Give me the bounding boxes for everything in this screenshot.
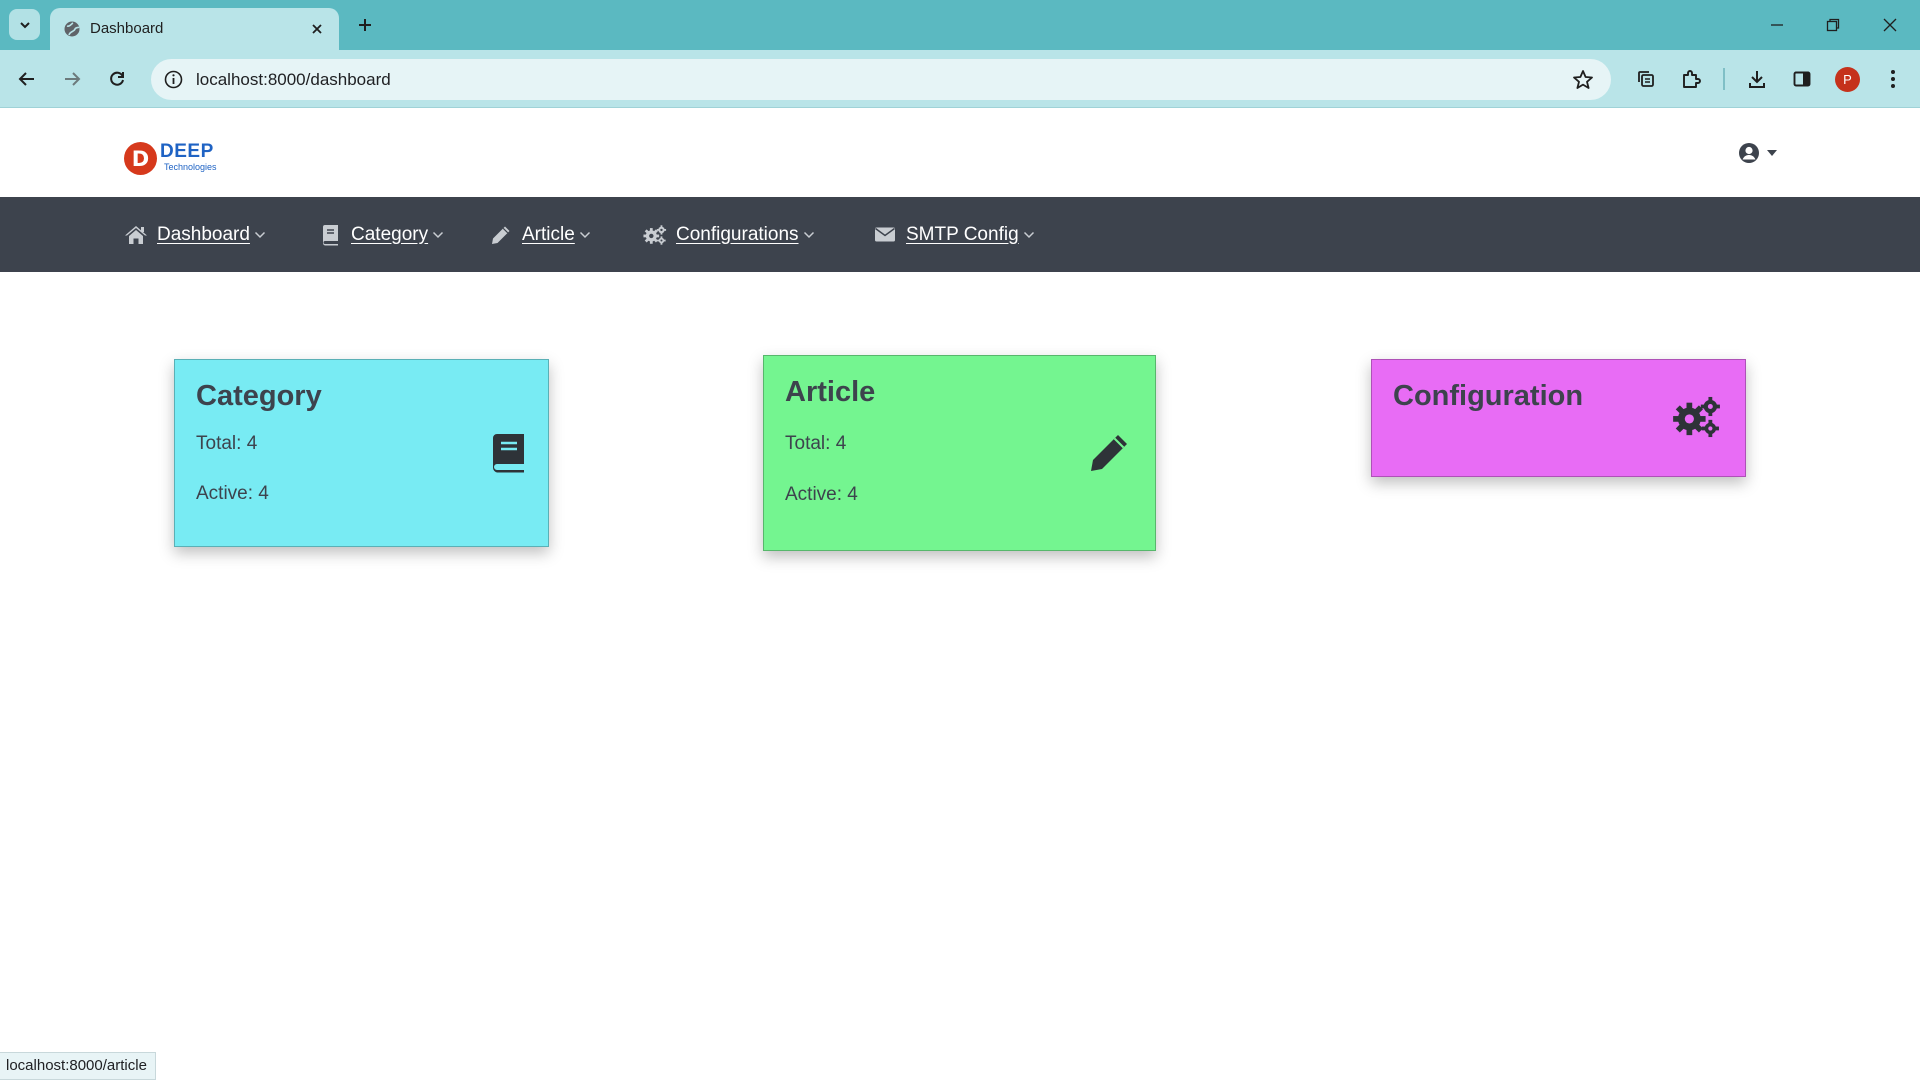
home-icon (124, 224, 148, 246)
logo-wordmark: DEEP (160, 141, 214, 162)
book-icon (493, 434, 524, 473)
reload-icon (110, 71, 124, 86)
arrow-right-icon (65, 72, 81, 86)
address-bar[interactable]: localhost:8000/dashboard (151, 59, 1611, 100)
caret-down-icon (1767, 150, 1777, 156)
extensions-button[interactable] (1677, 65, 1705, 93)
main-navbar: Dashboard Category Article Configuration… (0, 197, 1920, 272)
card-active: Active: 4 (196, 483, 269, 504)
nav-item-category[interactable]: Category (318, 197, 444, 272)
download-icon (1749, 71, 1765, 88)
puzzle-icon (1683, 70, 1701, 88)
browser-tabstrip: Dashboard (0, 0, 1920, 50)
nav-item-smtp-config[interactable]: SMTP Config (873, 197, 1035, 272)
kebab-menu-icon (1891, 70, 1895, 88)
card-title: Article (785, 376, 876, 408)
pencil-icon (489, 224, 513, 246)
browser-menu-button[interactable] (1879, 65, 1907, 93)
user-circle-icon (1739, 143, 1759, 163)
forward-button[interactable] (58, 65, 86, 93)
close-tab-icon[interactable] (307, 19, 327, 39)
browser-toolbar: localhost:8000/dashboard P (0, 50, 1920, 108)
card-total: Total: 4 (196, 433, 258, 454)
nav-label-smtp-config: SMTP Config (906, 223, 1019, 245)
bookmark-star-icon[interactable] (1571, 68, 1595, 92)
chevron-down-icon (579, 231, 590, 238)
back-button[interactable] (13, 65, 41, 93)
pencil-icon (1091, 435, 1127, 471)
browser-tab-dashboard[interactable]: Dashboard (50, 8, 339, 50)
nav-label-configurations: Configurations (676, 223, 799, 245)
restore-icon (1826, 18, 1840, 32)
category-card[interactable]: Category Total: 4 Active: 4 (174, 359, 549, 547)
nav-label-dashboard: Dashboard (157, 223, 250, 245)
globe-icon (64, 21, 80, 37)
configuration-card[interactable]: Configuration (1371, 359, 1746, 477)
site-header: D DEEP Technologies (0, 109, 1920, 197)
profile-avatar[interactable]: P (1835, 67, 1860, 92)
card-title: Category (196, 380, 322, 412)
nav-item-configurations[interactable]: Configurations (643, 197, 815, 272)
logo-subtitle: Technologies (164, 162, 217, 172)
reload-button[interactable] (103, 65, 131, 93)
chevron-down-icon (1023, 231, 1034, 238)
url-text[interactable]: localhost:8000/dashboard (196, 70, 391, 90)
gears-icon (643, 224, 667, 246)
card-total: Total: 4 (785, 433, 847, 454)
article-card[interactable]: Article Total: 4 Active: 4 (763, 355, 1156, 551)
chevron-down-icon (19, 21, 30, 28)
logo-mark: D (124, 142, 157, 175)
card-active: Active: 4 (785, 484, 858, 505)
chevron-down-icon (433, 231, 444, 238)
nav-item-article[interactable]: Article (489, 197, 591, 272)
chevron-down-icon (254, 231, 265, 238)
nav-label-category: Category (351, 223, 429, 245)
copy-icon (1638, 71, 1654, 87)
nav-item-dashboard[interactable]: Dashboard (124, 197, 266, 272)
side-panel-icon (1793, 71, 1811, 87)
chevron-down-icon (803, 231, 814, 238)
new-tab-button[interactable] (353, 13, 377, 37)
user-menu-toggle[interactable] (1738, 140, 1784, 166)
card-title: Configuration (1393, 380, 1584, 412)
restore-button[interactable] (1820, 12, 1846, 38)
tab-title: Dashboard (90, 20, 164, 37)
site-info-icon[interactable] (163, 69, 184, 90)
minimize-icon (1771, 24, 1783, 26)
arrow-left-icon (18, 72, 34, 86)
status-bar-url: localhost:8000/article (0, 1052, 156, 1080)
plus-icon (359, 19, 371, 31)
close-window-button[interactable] (1877, 12, 1903, 38)
minimize-button[interactable] (1764, 12, 1790, 38)
nav-label-article: Article (522, 223, 575, 245)
side-panel-button[interactable] (1788, 65, 1816, 93)
tab-search-button[interactable] (9, 9, 40, 40)
book-icon (318, 224, 342, 246)
tab-groups-button[interactable] (1632, 65, 1660, 93)
toolbar-separator (1723, 68, 1725, 90)
close-icon (1883, 18, 1897, 32)
gears-icon (1673, 396, 1720, 438)
envelope-icon (873, 224, 897, 246)
downloads-button[interactable] (1743, 65, 1771, 93)
logo[interactable]: D DEEP Technologies (124, 140, 234, 176)
